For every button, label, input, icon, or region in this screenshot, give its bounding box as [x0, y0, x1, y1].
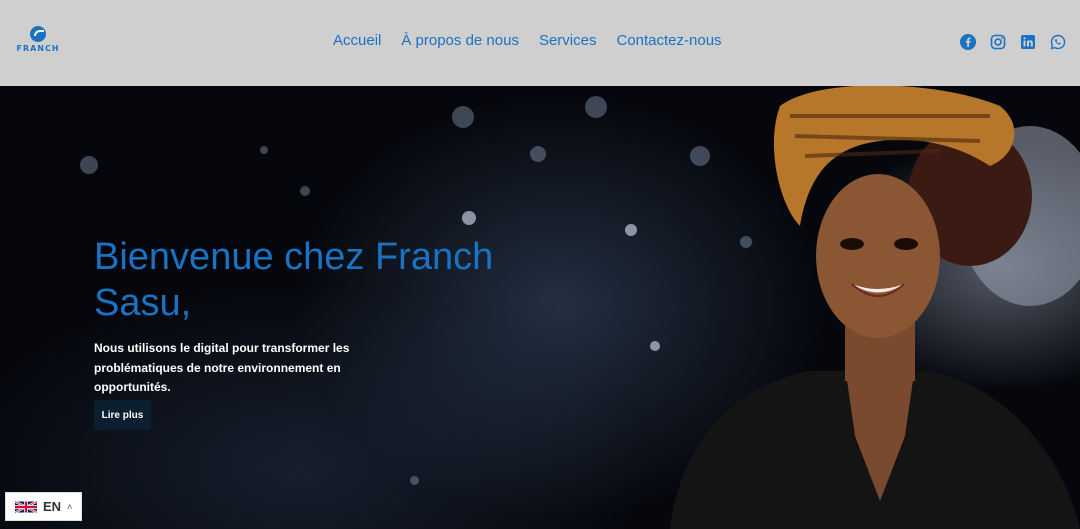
hero-title: Bienvenue chez Franch Sasu, [94, 236, 494, 324]
main-nav: Accueil À propos de nous Services Contac… [333, 32, 722, 49]
language-code: EN [43, 499, 62, 514]
logo-mark-icon [30, 26, 46, 42]
linkedin-icon[interactable] [1020, 34, 1036, 50]
logo[interactable]: FRANCH [13, 26, 63, 56]
nav-link-contact[interactable]: Contactez-nous [616, 32, 721, 49]
hero-description: Nous utilisons le digital pour transform… [94, 341, 350, 394]
bokeh-dot [260, 146, 268, 154]
bokeh-dot [585, 96, 607, 118]
hero-section: Bienvenue chez Franch Sasu, Nous utiliso… [0, 86, 1080, 529]
site-header: FRANCH Accueil À propos de nous Services… [0, 0, 1080, 86]
bokeh-dot [452, 106, 474, 128]
hero-portrait-image [670, 86, 1080, 529]
read-more-button[interactable]: Lire plus [94, 400, 151, 430]
logo-text: FRANCH [16, 44, 60, 53]
page: FRANCH Accueil À propos de nous Services… [0, 0, 1080, 529]
uk-flag-icon [15, 500, 37, 513]
whatsapp-icon[interactable] [1050, 34, 1066, 50]
nav-link-services[interactable]: Services [539, 32, 597, 49]
nav-link-a-propos[interactable]: À propos de nous [401, 32, 519, 49]
facebook-icon[interactable] [960, 34, 976, 50]
chevron-up-icon: ˄ [67, 501, 73, 512]
bokeh-dot [625, 224, 637, 236]
language-switcher[interactable]: EN ˄ [5, 492, 82, 521]
bokeh-dot [530, 146, 546, 162]
bokeh-dot [80, 156, 98, 174]
bokeh-dot [410, 476, 419, 485]
nav-link-accueil[interactable]: Accueil [333, 32, 381, 49]
instagram-icon[interactable] [990, 34, 1006, 50]
bokeh-dot [300, 186, 310, 196]
social-links [960, 34, 1066, 50]
bokeh-dot [462, 211, 476, 225]
